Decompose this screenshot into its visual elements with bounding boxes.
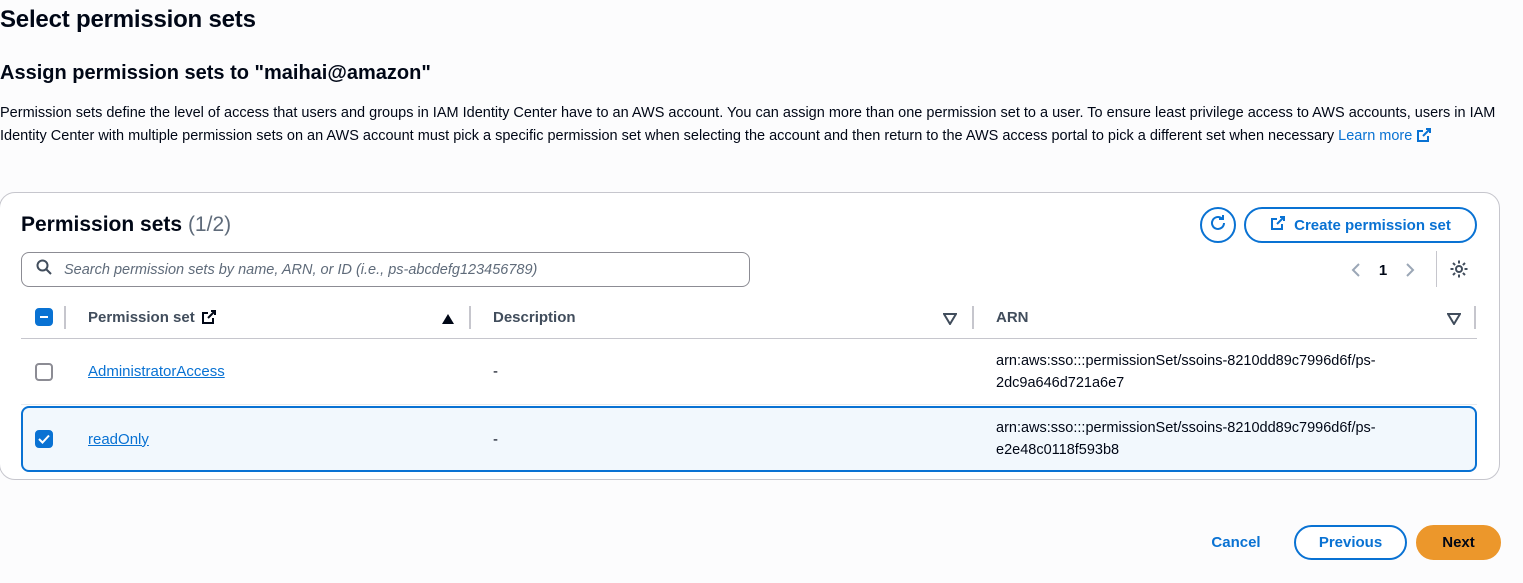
page-title: Select permission sets — [0, 6, 256, 33]
column-separator — [1474, 306, 1476, 329]
permission-set-link[interactable]: readOnly — [88, 431, 149, 448]
selection-count: (1/2) — [187, 213, 232, 236]
create-permission-set-button[interactable]: Create permission set — [1244, 207, 1477, 243]
create-permission-set-label: Create permission set — [1294, 216, 1451, 234]
table-row[interactable]: AdministratorAccess - arn:aws:sso:::perm… — [21, 339, 1477, 405]
search-input[interactable] — [62, 260, 749, 279]
previous-button[interactable]: Previous — [1294, 525, 1407, 560]
column-separator — [469, 306, 471, 329]
panel-title: Permission sets (1/2) — [21, 213, 231, 237]
learn-more-link[interactable]: Learn more — [1338, 127, 1432, 144]
search-box — [21, 252, 750, 287]
arn-cell: arn:aws:sso:::permissionSet/ssoins-8210d… — [996, 420, 1376, 458]
row-checkbox[interactable] — [35, 363, 53, 381]
column-label-permission-set: Permission set — [88, 308, 195, 326]
select-all-checkbox[interactable] — [35, 308, 53, 326]
panel-title-label: Permission sets — [21, 213, 183, 236]
cancel-button[interactable]: Cancel — [1200, 525, 1272, 560]
description-cell: - — [493, 430, 498, 448]
description-text: Permission sets define the level of acce… — [0, 105, 1496, 144]
refresh-button[interactable] — [1200, 207, 1236, 243]
permission-sets-table: Permission set Description ARN Administr… — [21, 295, 1477, 472]
external-link-icon — [201, 309, 217, 325]
column-header-permission-set[interactable]: Permission set — [88, 295, 217, 339]
row-checkbox[interactable] — [35, 430, 53, 448]
column-separator — [64, 306, 66, 329]
arn-cell: arn:aws:sso:::permissionSet/ssoins-8210d… — [996, 352, 1376, 391]
column-label-arn: ARN — [996, 308, 1029, 326]
column-header-arn[interactable]: ARN — [996, 295, 1029, 339]
column-separator — [972, 306, 974, 329]
external-link-icon — [1416, 127, 1432, 151]
pagination: 1 — [1344, 257, 1422, 283]
previous-page-button[interactable] — [1344, 263, 1368, 277]
next-button[interactable]: Next — [1416, 525, 1501, 560]
column-label-description: Description — [493, 308, 576, 326]
search-icon — [36, 259, 52, 280]
current-page-number[interactable]: 1 — [1368, 262, 1398, 279]
description-cell: - — [493, 363, 498, 380]
next-page-button[interactable] — [1398, 263, 1422, 277]
permission-sets-panel: Permission sets (1/2) Create permission … — [0, 192, 1500, 480]
permission-set-link[interactable]: AdministratorAccess — [88, 363, 225, 380]
gear-icon[interactable] — [1449, 259, 1469, 284]
table-header: Permission set Description ARN — [21, 295, 1477, 339]
sort-ascending-icon[interactable] — [441, 312, 455, 330]
learn-more-label: Learn more — [1338, 127, 1413, 144]
check-icon — [38, 434, 50, 444]
chevron-right-icon — [1406, 263, 1415, 277]
description: Permission sets define the level of acce… — [0, 102, 1515, 150]
chevron-left-icon — [1351, 263, 1360, 277]
column-header-description[interactable]: Description — [493, 295, 576, 339]
refresh-icon — [1208, 213, 1228, 238]
section-title: Assign permission sets to "maihai@amazon… — [0, 62, 431, 84]
table-row[interactable]: readOnly - arn:aws:sso:::permissionSet/s… — [21, 406, 1477, 472]
sort-icon[interactable] — [1446, 312, 1462, 330]
pager-divider — [1436, 251, 1437, 287]
sort-icon[interactable] — [942, 312, 958, 330]
external-link-icon — [1270, 215, 1286, 235]
